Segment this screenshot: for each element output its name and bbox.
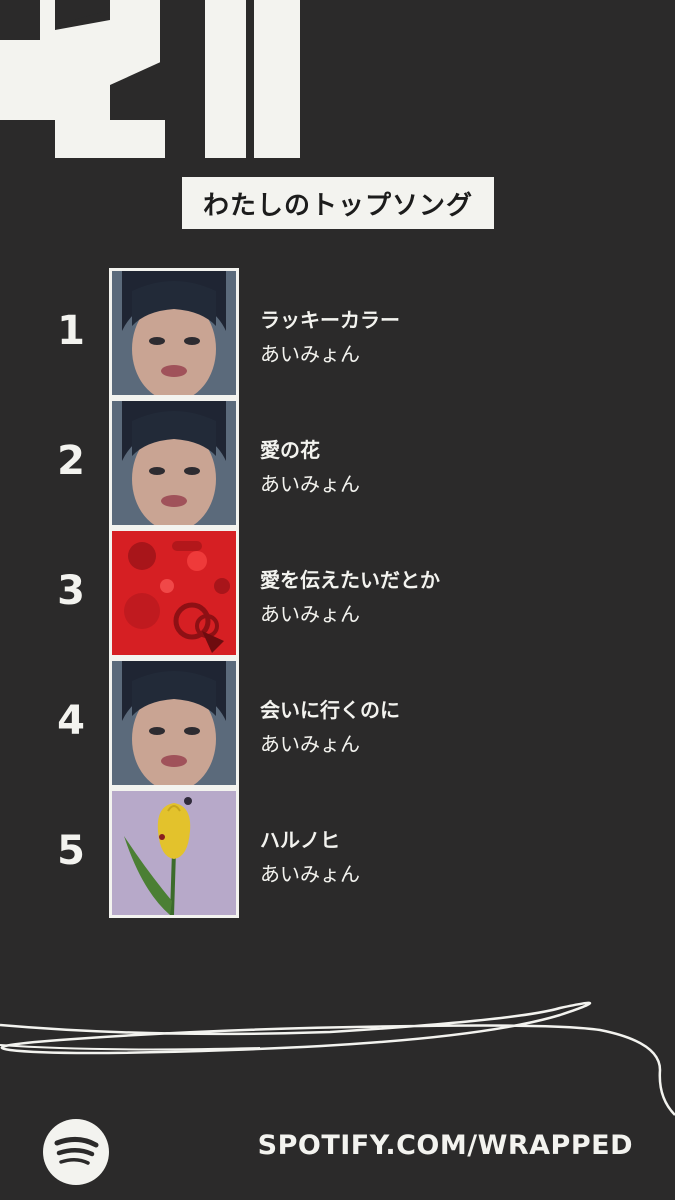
wrapped-url-link[interactable]: SPOTIFY.COM/WRAPPED <box>258 1130 633 1161</box>
swirl-decoration <box>0 1001 675 1116</box>
portrait-cover-image <box>112 271 236 395</box>
rank-number: 4 <box>57 698 85 744</box>
album-cover <box>109 788 239 918</box>
artist-name: あいみょん <box>260 472 360 496</box>
page-title: わたしのトップソング <box>182 177 494 229</box>
song-title: 愛を伝えたいだとか <box>260 568 440 592</box>
portrait-cover-image <box>112 401 236 525</box>
track-row-2[interactable]: 2 愛の花 あいみょん <box>0 398 675 528</box>
rank-number: 5 <box>57 828 85 874</box>
rank-number: 1 <box>57 308 85 354</box>
track-row-4[interactable]: 4 会いに行くのに あいみょん <box>0 658 675 788</box>
album-cover <box>109 398 239 528</box>
song-title: ハルノヒ <box>260 828 340 852</box>
artist-name: あいみょん <box>260 342 360 366</box>
track-row-1[interactable]: 1 ラッキーカラー あいみょん <box>0 268 675 398</box>
rank-number: 3 <box>57 568 85 614</box>
tulip-cover-image <box>112 791 236 915</box>
song-title: 会いに行くのに <box>260 698 400 722</box>
artist-name: あいみょん <box>260 862 360 886</box>
song-title: 愛の花 <box>260 438 320 462</box>
rank-number: 2 <box>57 438 85 484</box>
artist-name: あいみょん <box>260 602 360 626</box>
checker-pattern <box>0 0 300 158</box>
spotify-logo-icon[interactable] <box>42 1118 110 1186</box>
artist-name: あいみょん <box>260 732 360 756</box>
track-row-5[interactable]: 5 ハルノヒ あいみょん <box>0 788 675 918</box>
album-cover <box>109 268 239 398</box>
album-cover <box>109 528 239 658</box>
red-objects-cover-image <box>112 531 236 655</box>
portrait-cover-image <box>112 661 236 785</box>
song-title: ラッキーカラー <box>260 308 400 332</box>
track-row-3[interactable]: 3 愛を伝えたいだとか あいみょん <box>0 528 675 658</box>
album-cover <box>109 658 239 788</box>
